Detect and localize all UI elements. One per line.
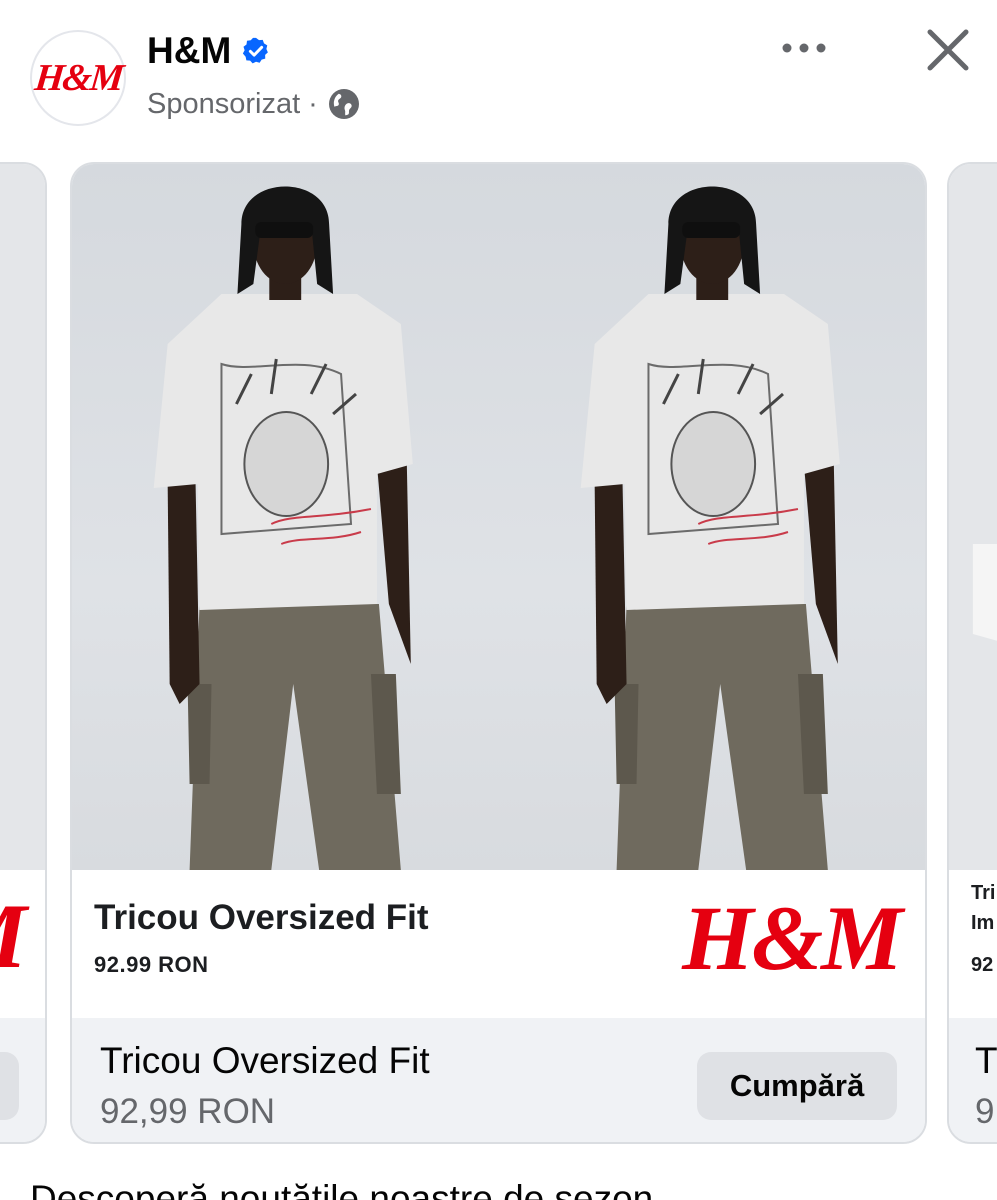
footer-product-price: 92,99 RON [100, 1092, 276, 1131]
verified-badge-icon [243, 37, 269, 64]
model-photo-1 [153, 186, 413, 870]
next-card-title-line1: Tri [971, 882, 996, 904]
carousel-card-previous[interactable]: H&M [0, 162, 47, 1144]
globe-icon [328, 89, 359, 119]
close-button[interactable] [920, 22, 976, 78]
card-footer: Tricou Oversized Fit 92,99 RON Cumpără [72, 1018, 925, 1142]
product-carousel[interactable]: H&M Tricou Oversized Fit 92.99 RON H&M T… [0, 162, 997, 1144]
next-card-price: 92 [971, 954, 994, 976]
next-card-photo [949, 164, 997, 870]
ad-product-info[interactable]: Tricou Oversized Fit 92.99 RON H&M [72, 870, 925, 1018]
page-name[interactable]: H&M [147, 30, 231, 72]
next-footer-price: 9 [975, 1092, 995, 1131]
page-name-row: H&M [147, 30, 271, 72]
previous-card-photo [0, 164, 45, 870]
product-photos [72, 164, 925, 870]
next-card-info: Tri Im 92 [949, 870, 997, 1018]
ad-product-title: Tricou Oversized Fit [94, 898, 429, 937]
close-icon [927, 29, 969, 71]
next-model-photo [972, 544, 997, 641]
product-photo-1 [72, 164, 499, 870]
hm-card-logo: H&M [682, 887, 901, 989]
next-footer-title: T [975, 1040, 997, 1081]
post-caption: Descoperă noutățile noastre de sezon [30, 1178, 654, 1200]
more-options-button[interactable] [776, 28, 832, 68]
ad-brand-logo: H&M [682, 887, 901, 989]
hm-avatar-logo: H&M [32, 57, 124, 99]
sponsored-label[interactable]: Sponsorizat [147, 88, 300, 121]
previous-card-info: H&M [0, 870, 45, 1018]
previous-card-footer [0, 1018, 45, 1142]
meta-separator: · [308, 87, 318, 120]
footer-product-title: Tricou Oversized Fit [100, 1040, 430, 1081]
carousel-card-main[interactable]: Tricou Oversized Fit 92.99 RON H&M Trico… [70, 162, 927, 1144]
model-photo-2 [580, 186, 840, 870]
post-meta: Sponsorizat · [147, 86, 362, 122]
carousel-card-next[interactable]: Tri Im 92 T 9 [947, 162, 997, 1144]
ad-product-price: 92.99 RON [94, 952, 209, 977]
more-options-icon [782, 43, 826, 53]
buy-button[interactable]: Cumpără [697, 1052, 897, 1120]
product-photo-2 [498, 164, 925, 870]
previous-card-buy-button[interactable] [0, 1052, 19, 1120]
page-avatar[interactable]: H&M [30, 30, 126, 126]
next-card-footer: T 9 [949, 1018, 997, 1142]
hm-card-logo: H&M [0, 885, 25, 987]
next-card-title-line2: Im [971, 912, 995, 934]
